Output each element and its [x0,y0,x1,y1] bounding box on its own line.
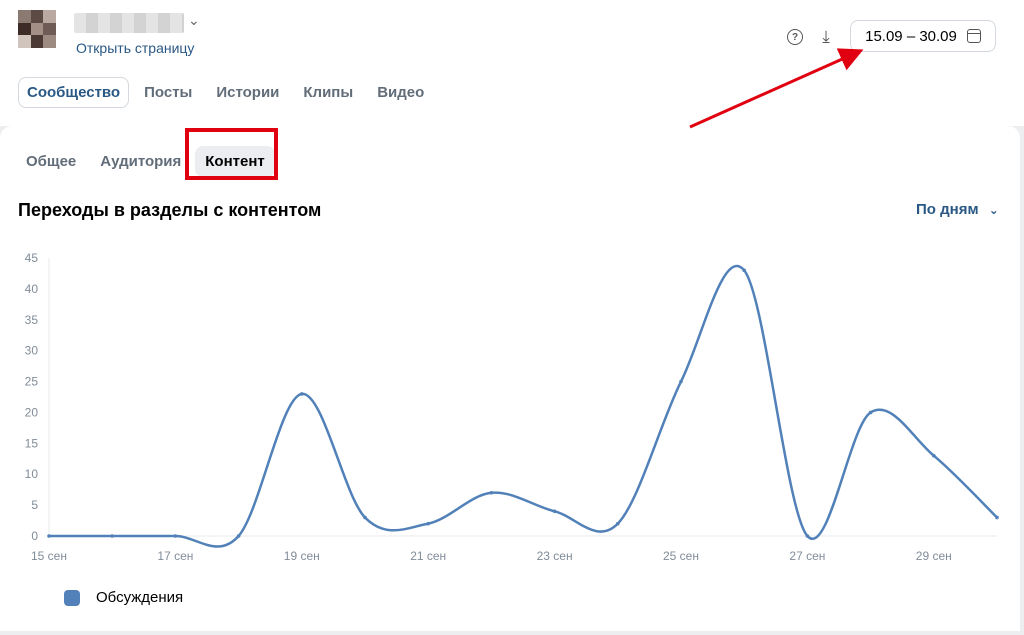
section-title: Переходы в разделы с контентом [18,200,322,220]
calendar-icon [966,29,981,43]
stats-card: Общее Аудитория Контент Переходы в разде… [0,126,1020,631]
period-select-label: По дням [916,201,979,218]
group-name-blurred[interactable] [74,13,184,33]
data-point [552,509,557,514]
tab-posts[interactable]: Посты [135,77,201,108]
x-tick-label: 15 сен [31,549,67,563]
main-tabs: Сообщество Посты Истории Клипы Видео [18,77,433,108]
chart-legend: Обсуждения [64,589,183,606]
x-tick-label: 27 сен [789,549,825,563]
y-tick-label: 20 [25,405,39,419]
line-chart: 0 5 10 15 20 25 30 35 40 45 15 сен 17 сен 19 сен 21 с… [0,236,1020,576]
data-point [426,521,431,526]
data-point [363,515,367,520]
x-tick-label: 25 сен [663,549,699,563]
tab-video[interactable]: Видео [368,77,433,108]
y-tick-label: 40 [25,282,39,296]
y-tick-label: 0 [31,529,38,543]
data-point [742,268,746,273]
tab-clips[interactable]: Клипы [294,77,362,108]
tab-stories[interactable]: Истории [207,77,288,108]
download-icon[interactable]: ⤓ [815,26,837,48]
legend-swatch[interactable] [64,589,80,606]
data-point [173,534,178,538]
open-page-link[interactable]: Открыть страницу [76,40,194,56]
x-tick-label: 19 сен [284,549,320,563]
legend-label: Обсуждения [96,589,184,606]
y-tick-label: 25 [25,375,39,389]
chart-svg: 0 5 10 15 20 25 30 35 40 45 15 сен 17 сен 19 сен 21 с… [25,251,999,563]
data-point [995,515,999,520]
page-header: ⌄ Открыть страницу ? ⤓ 15.09 – 30.09 Соо… [0,0,1024,126]
y-tick-label: 30 [25,344,39,358]
x-tick-label: 29 сен [916,549,952,563]
data-point [300,392,304,396]
chevron-down-icon[interactable]: ⌄ [188,12,200,29]
y-tick-label: 10 [25,467,39,481]
series-line [48,264,998,548]
highlight-annotation-box [185,128,278,180]
y-tick-label: 15 [25,436,39,450]
data-point [932,453,936,458]
period-select[interactable]: По дням ⌄ [916,201,999,218]
data-point [868,410,873,415]
data-point [679,379,683,384]
tab-community[interactable]: Сообщество [18,77,130,108]
data-point [805,534,810,538]
data-point [110,534,114,538]
y-tick-label: 45 [25,251,39,265]
group-avatar[interactable] [18,10,56,48]
data-point [47,534,51,538]
x-tick-label: 21 сен [410,549,446,563]
date-range-button[interactable]: 15.09 – 30.09 [850,20,996,52]
x-tick-label: 17 сен [157,549,193,563]
date-range-label: 15.09 – 30.09 [865,27,957,45]
data-point [236,534,241,538]
chevron-down-icon: ⌄ [988,203,999,217]
x-tick-label: 23 сен [537,549,573,563]
y-tick-label: 35 [25,313,39,327]
subtab-general[interactable]: Общее [16,146,86,177]
subtab-audience[interactable]: Аудитория [90,146,191,177]
data-point [616,521,620,526]
help-circle-icon[interactable]: ? [784,26,806,48]
y-tick-label: 5 [31,498,38,512]
data-point [489,490,494,495]
